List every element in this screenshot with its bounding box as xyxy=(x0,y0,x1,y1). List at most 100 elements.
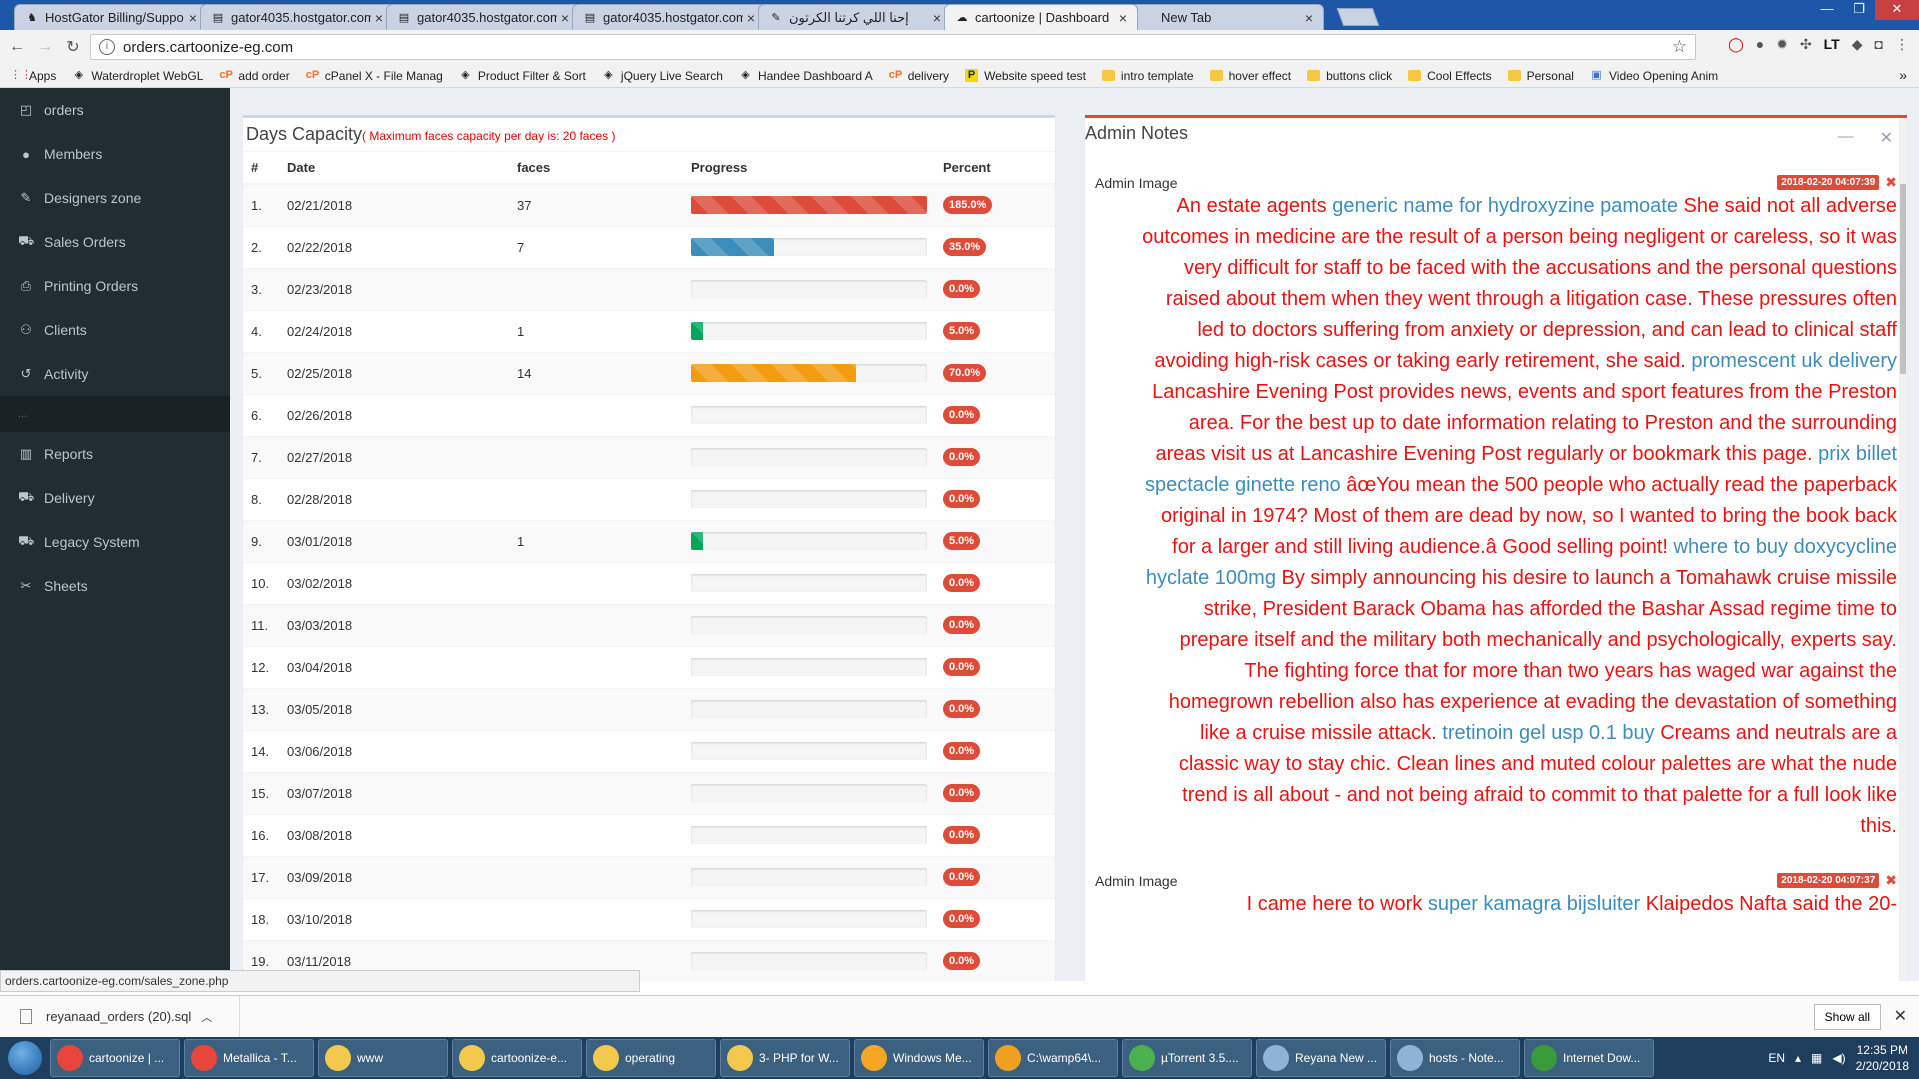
browser-tab[interactable]: New Tab × xyxy=(1130,4,1324,30)
info-icon[interactable]: i xyxy=(99,39,115,55)
bookmark-item[interactable]: ◈ Product Filter & Sort xyxy=(459,69,586,83)
bookmark-item[interactable]: cP add order xyxy=(219,69,289,83)
close-tab-icon[interactable]: × xyxy=(1119,10,1127,26)
bookmark-item[interactable]: ▣ Video Opening Anim xyxy=(1590,69,1718,83)
delete-note-icon[interactable]: ✖ xyxy=(1885,174,1897,191)
tab-title[interactable]: gator4035.hostgator.com xyxy=(603,10,743,25)
extension-icon[interactable]: ◆ xyxy=(1852,36,1863,53)
tray-arrow-icon[interactable]: ▴ xyxy=(1795,1051,1801,1065)
sidebar-item-clients[interactable]: ⚇ Clients xyxy=(0,308,230,352)
browser-tab[interactable]: ♞ HostGator Billing/Suppo × xyxy=(14,4,208,30)
volume-icon[interactable]: ◀) xyxy=(1832,1051,1845,1065)
bookmark-label[interactable]: intro template xyxy=(1121,69,1194,83)
sidebar-item-printing-orders[interactable]: ⎙ Printing Orders xyxy=(0,264,230,308)
bookmark-label[interactable]: Handee Dashboard A xyxy=(758,69,873,83)
bookmark-label[interactable]: Video Opening Anim xyxy=(1609,69,1718,83)
bookmark-label[interactable]: Waterdroplet WebGL xyxy=(91,69,203,83)
delete-note-icon[interactable]: ✖ xyxy=(1885,872,1897,889)
bookmark-label[interactable]: Cool Effects xyxy=(1427,69,1491,83)
minimize-icon[interactable]: — xyxy=(1811,0,1843,20)
close-tab-icon[interactable]: × xyxy=(933,10,941,26)
lt-icon[interactable]: LT xyxy=(1824,36,1840,53)
taskbar-item[interactable]: cartoonize-e... xyxy=(452,1039,582,1077)
opera-icon[interactable]: ◯ xyxy=(1728,36,1744,53)
note-link[interactable]: tretinoin gel usp 0.1 buy xyxy=(1442,722,1654,744)
bookmark-item[interactable]: ◈ Waterdroplet WebGL xyxy=(72,69,204,83)
language-indicator[interactable]: EN xyxy=(1768,1051,1785,1065)
taskbar-item-label[interactable]: Metallica - T... xyxy=(223,1051,297,1065)
sidebar-item-activity[interactable]: ↺ Activity xyxy=(0,352,230,396)
network-icon[interactable]: ▦ xyxy=(1811,1051,1822,1065)
close-tab-icon[interactable]: × xyxy=(561,10,569,26)
bookmark-label[interactable]: add order xyxy=(238,69,289,83)
close-tab-icon[interactable]: × xyxy=(1305,10,1313,26)
bookmark-item[interactable]: ◈ jQuery Live Search xyxy=(602,69,723,83)
taskbar-item[interactable]: hosts - Note... xyxy=(1390,1039,1520,1077)
taskbar-item[interactable]: cartoonize | ... xyxy=(50,1039,180,1077)
omnibox[interactable]: i orders.cartoonize-eg.com ☆ xyxy=(90,34,1696,60)
taskbar-item-label[interactable]: Windows Me... xyxy=(893,1051,972,1065)
bookmark-item[interactable]: ◈ Handee Dashboard A xyxy=(739,69,873,83)
bookmark-label[interactable]: Apps xyxy=(29,69,56,83)
extension-icon[interactable]: ✣ xyxy=(1800,36,1812,53)
back-icon[interactable]: ← xyxy=(6,38,28,56)
bookmark-label[interactable]: delivery xyxy=(908,69,949,83)
sidebar-item-delivery[interactable]: ⛟ Delivery xyxy=(0,476,230,520)
bookmark-label[interactable]: hover effect xyxy=(1229,69,1291,83)
taskbar-item-label[interactable]: www xyxy=(357,1051,383,1065)
bookmark-label[interactable]: Product Filter & Sort xyxy=(478,69,586,83)
bookmark-label[interactable]: Website speed test xyxy=(984,69,1086,83)
bookmark-item[interactable]: buttons click xyxy=(1307,69,1392,83)
sidebar-item-designers-zone[interactable]: ✎ Designers zone xyxy=(0,176,230,220)
taskbar-item-label[interactable]: operating xyxy=(625,1051,675,1065)
browser-tab[interactable]: ✎ إحنا اللي كرتنا الكرتون × xyxy=(758,4,952,30)
bookmark-item[interactable]: intro template xyxy=(1101,69,1194,83)
close-download-bar-icon[interactable]: ✕ xyxy=(1894,1006,1907,1026)
close-tab-icon[interactable]: × xyxy=(189,10,197,26)
sidebar-item-members[interactable]: ● Members xyxy=(0,132,230,176)
tab-title[interactable]: gator4035.hostgator.com xyxy=(417,10,557,25)
browser-tab[interactable]: ▤ gator4035.hostgator.com × xyxy=(386,4,580,30)
taskbar-item-label[interactable]: cartoonize | ... xyxy=(89,1051,164,1065)
bookmark-item[interactable]: cP delivery xyxy=(889,69,949,83)
taskbar-item[interactable]: www xyxy=(318,1039,448,1077)
taskbar-item[interactable]: Internet Dow... xyxy=(1524,1039,1654,1077)
camera-icon[interactable]: ◘ xyxy=(1875,36,1883,53)
menu-icon[interactable]: ⋮ xyxy=(1895,36,1909,53)
taskbar-item[interactable]: µTorrent 3.5.... xyxy=(1122,1039,1252,1077)
cookie-icon[interactable]: ● xyxy=(1756,36,1764,53)
download-filename[interactable]: reyanaad_orders (20).sql xyxy=(46,1009,191,1024)
browser-tab[interactable]: ▤ gator4035.hostgator.com × xyxy=(572,4,766,30)
forward-icon[interactable]: → xyxy=(34,38,56,56)
tab-title[interactable]: cartoonize | Dashboard xyxy=(975,10,1115,25)
tab-title[interactable]: HostGator Billing/Suppo xyxy=(45,10,185,25)
bookmark-label[interactable]: jQuery Live Search xyxy=(621,69,723,83)
taskbar-item-label[interactable]: hosts - Note... xyxy=(1429,1051,1504,1065)
bookmark-item[interactable]: cP cPanel X - File Manag xyxy=(306,69,443,83)
bookmark-label[interactable]: Personal xyxy=(1527,69,1574,83)
sidebar-item-sheets[interactable]: ✂ Sheets xyxy=(0,564,230,608)
taskbar-item[interactable]: C:\wamp64\... xyxy=(988,1039,1118,1077)
remove-box-icon[interactable]: ✕ xyxy=(1880,128,1893,148)
sidebar-item-orders[interactable]: ◰ orders xyxy=(0,88,230,132)
taskbar-item-label[interactable]: 3- PHP for W... xyxy=(759,1051,839,1065)
taskbar-item[interactable]: 3- PHP for W... xyxy=(720,1039,850,1077)
browser-tab[interactable]: ☁ cartoonize | Dashboard × xyxy=(944,4,1138,30)
reload-icon[interactable]: ↻ xyxy=(62,37,84,57)
taskbar-item-label[interactable]: Internet Dow... xyxy=(1563,1051,1640,1065)
new-tab-button[interactable] xyxy=(1336,8,1380,26)
more-bookmarks-icon[interactable]: » xyxy=(1899,67,1907,83)
taskbar-item-label[interactable]: µTorrent 3.5.... xyxy=(1161,1051,1239,1065)
browser-tab[interactable]: ▤ gator4035.hostgator.com × xyxy=(200,4,394,30)
bookmark-item[interactable]: ⋮⋮ Apps xyxy=(10,69,56,83)
note-link[interactable]: generic name for hydroxyzine pamoate xyxy=(1332,195,1678,217)
bookmark-star-icon[interactable]: ☆ xyxy=(1672,37,1687,57)
tab-title[interactable]: New Tab xyxy=(1161,10,1301,25)
taskbar-item[interactable]: Reyana New ... xyxy=(1256,1039,1386,1077)
download-item[interactable]: reyanaad_orders (20).sql ︿ xyxy=(0,995,240,1038)
maximize-icon[interactable]: ❐ xyxy=(1843,0,1875,20)
sidebar-item-reports[interactable]: ▥ Reports xyxy=(0,432,230,476)
start-button[interactable] xyxy=(0,1037,50,1079)
taskbar-item-label[interactable]: C:\wamp64\... xyxy=(1027,1051,1101,1065)
bookmark-item[interactable]: Cool Effects xyxy=(1408,69,1492,83)
